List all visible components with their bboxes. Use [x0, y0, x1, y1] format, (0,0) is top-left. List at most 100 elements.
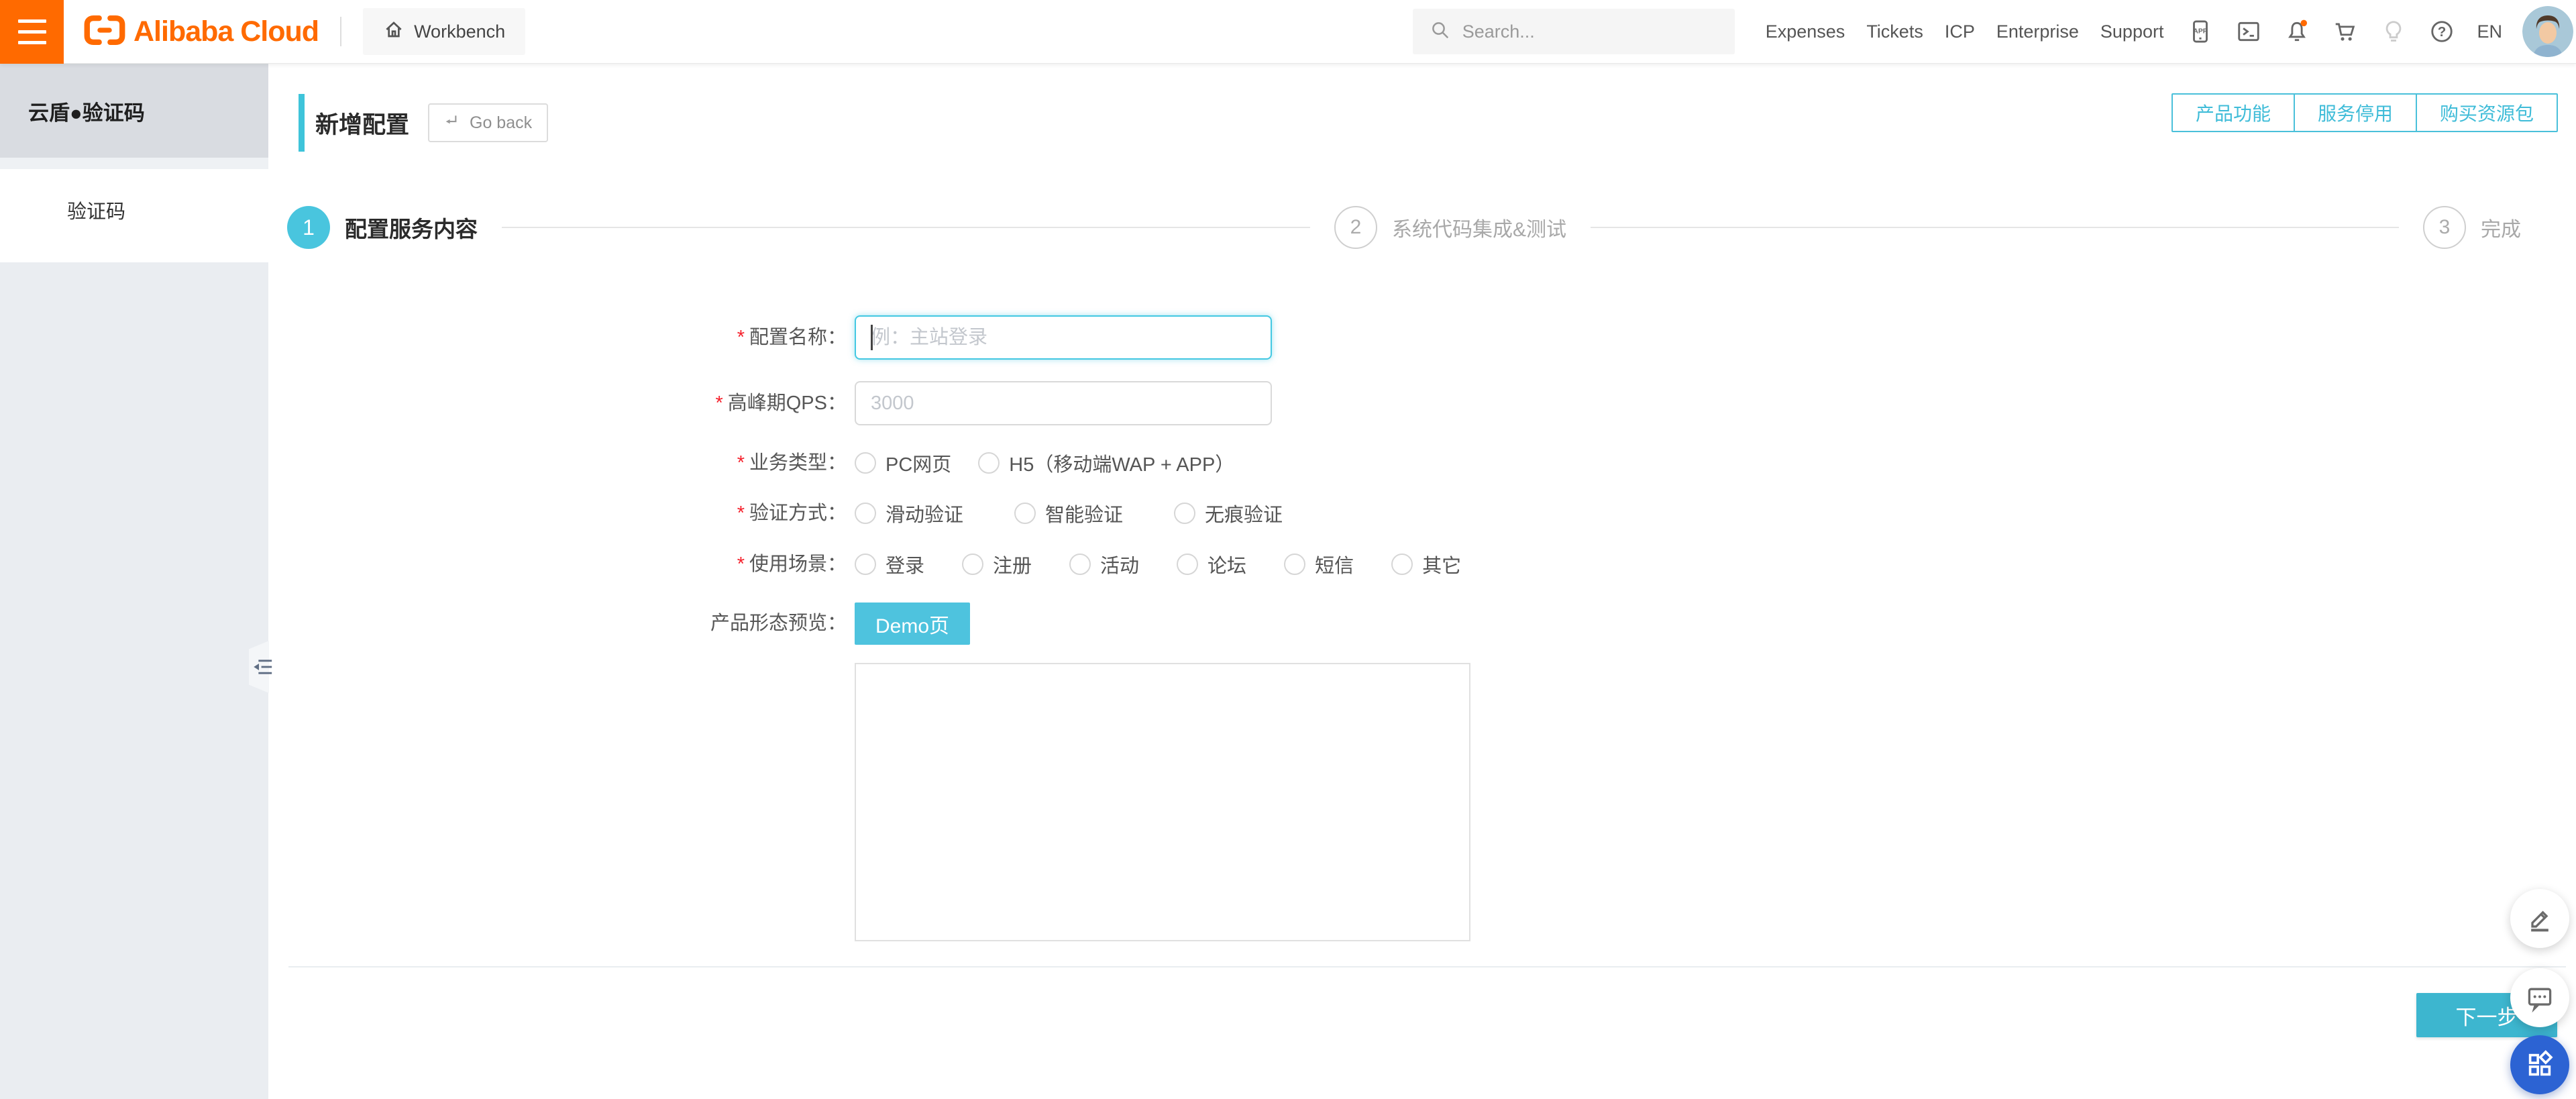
radio-pc-web[interactable]: PC网页 — [855, 449, 951, 477]
nav-enterprise[interactable]: Enterprise — [1996, 21, 2079, 42]
header-icons: APP ? — [2188, 19, 2455, 44]
back-arrow-icon — [444, 112, 462, 134]
title-accent-bar — [299, 94, 305, 152]
step-indicator: 1 配置服务内容 2 系统代码集成&测试 3 完成 — [287, 205, 2521, 250]
app-launcher-button[interactable] — [2510, 1035, 2569, 1094]
svg-text:APP: APP — [2194, 28, 2208, 35]
radio-circle[interactable] — [1177, 554, 1199, 575]
radio-circle[interactable] — [1069, 554, 1091, 575]
nav-icp[interactable]: ICP — [1945, 21, 1975, 42]
step-connector — [502, 227, 1310, 228]
sidebar-item-captcha[interactable]: 验证码 — [0, 188, 268, 232]
console-icon[interactable] — [2236, 19, 2261, 44]
alibaba-cloud-logo-icon — [84, 14, 125, 50]
business-type-options: PC网页 H5（移动端WAP + APP） — [855, 450, 1234, 476]
radio-circle[interactable] — [1284, 554, 1306, 575]
radio-circle[interactable] — [855, 452, 876, 474]
sidebar-menu: 验证码 — [0, 169, 268, 262]
workbench-label: Workbench — [414, 21, 506, 42]
step-2: 2 系统代码集成&测试 — [1334, 206, 1566, 249]
step-3-circle: 3 — [2423, 206, 2467, 249]
svg-text:?: ? — [2438, 24, 2447, 40]
radio-other[interactable]: 其它 — [1391, 550, 1461, 578]
nav-tickets[interactable]: Tickets — [1866, 21, 1923, 42]
radio-circle[interactable] — [1014, 503, 1036, 524]
home-icon — [383, 19, 405, 45]
mobile-app-icon[interactable]: APP — [2188, 19, 2213, 44]
use-scene-label: 使用场景： — [737, 554, 847, 575]
feedback-chat-button[interactable] — [2510, 968, 2569, 1027]
radio-circle[interactable] — [962, 554, 984, 575]
config-name-label: 配置名称： — [737, 327, 847, 348]
verify-mode-options: 滑动验证 智能验证 无痕验证 — [855, 500, 1283, 527]
radio-activity[interactable]: 活动 — [1069, 550, 1139, 578]
sidebar: 云盾●验证码 验证码 — [0, 64, 268, 1099]
radio-circle[interactable] — [1174, 503, 1196, 524]
step-connector — [1591, 227, 2400, 228]
demo-page-button[interactable]: Demo页 — [855, 603, 970, 645]
go-back-label: Go back — [470, 113, 533, 132]
user-avatar[interactable] — [2522, 6, 2573, 57]
service-disable-button[interactable]: 服务停用 — [2293, 93, 2417, 132]
step-2-circle: 2 — [1334, 206, 1377, 249]
radio-h5[interactable]: H5（移动端WAP + APP） — [978, 449, 1234, 477]
step-3: 3 完成 — [2423, 206, 2521, 249]
nav-expenses[interactable]: Expenses — [1766, 21, 1845, 42]
pencil-icon — [2531, 910, 2548, 932]
sidebar-product-title: 云盾●验证码 — [0, 64, 268, 158]
language-selector[interactable]: EN — [2477, 21, 2502, 42]
hamburger-menu-icon[interactable] — [0, 0, 64, 64]
step-1-circle: 1 — [287, 206, 330, 249]
radio-login[interactable]: 登录 — [855, 550, 924, 578]
search-icon — [1430, 20, 1450, 44]
radio-smart-verify[interactable]: 智能验证 — [1014, 499, 1123, 527]
config-name-input[interactable] — [855, 315, 1272, 360]
notifications-bell-icon[interactable] — [2284, 19, 2310, 44]
step-3-label: 完成 — [2481, 219, 2522, 241]
buy-resource-pack-button[interactable]: 购买资源包 — [2415, 93, 2558, 132]
search-placeholder: Search... — [1462, 21, 1535, 42]
business-type-label: 业务类型： — [737, 452, 847, 474]
radio-register[interactable]: 注册 — [962, 550, 1032, 578]
step-1: 1 配置服务内容 — [287, 206, 478, 249]
product-features-button[interactable]: 产品功能 — [2171, 93, 2295, 132]
nav-support[interactable]: Support — [2100, 21, 2164, 42]
go-back-button[interactable]: Go back — [428, 103, 549, 142]
cart-icon[interactable] — [2332, 19, 2358, 44]
chat-icon — [2528, 988, 2552, 1012]
radio-circle[interactable] — [855, 503, 876, 524]
apps-grid-icon — [2528, 1050, 2553, 1076]
footer-divider — [288, 966, 2566, 967]
radio-circle[interactable] — [855, 554, 876, 575]
survey-pencil-button[interactable] — [2510, 889, 2569, 948]
step-1-label: 配置服务内容 — [345, 217, 478, 242]
demo-preview-panel — [855, 663, 1470, 941]
preview-label: 产品形态预览： — [710, 613, 847, 634]
radio-invisible-verify[interactable]: 无痕验证 — [1174, 499, 1283, 527]
header-divider — [340, 17, 342, 46]
sidebar-collapse-icon[interactable] — [251, 656, 274, 678]
radio-circle[interactable] — [978, 452, 1000, 474]
text-cursor — [871, 325, 873, 350]
main-content: 新增配置 Go back 产品功能 服务停用 购买资源包 1 配置服务内容 2 … — [268, 64, 2576, 1099]
radio-slide-verify[interactable]: 滑动验证 — [855, 499, 963, 527]
radio-forum[interactable]: 论坛 — [1177, 550, 1246, 578]
radio-sms[interactable]: 短信 — [1284, 550, 1354, 578]
radio-circle[interactable] — [1391, 554, 1413, 575]
brand-name: Alibaba Cloud — [133, 15, 319, 48]
page-action-buttons: 产品功能 服务停用 购买资源包 — [2171, 93, 2558, 132]
search-input[interactable]: Search... — [1412, 9, 1735, 54]
peak-qps-label: 高峰期QPS： — [715, 392, 847, 414]
step-2-label: 系统代码集成&测试 — [1392, 219, 1567, 241]
lightbulb-icon[interactable] — [2381, 19, 2406, 44]
top-header: Alibaba Cloud Workbench Search... Expens… — [0, 0, 2576, 64]
use-scene-options: 登录 注册 活动 论坛 短信 其它 — [855, 551, 1461, 578]
verify-mode-label: 验证方式： — [737, 503, 847, 524]
help-icon[interactable]: ? — [2429, 19, 2455, 44]
header-nav: Expenses Tickets ICP Enterprise Support — [1766, 21, 2164, 42]
sidebar-gap — [0, 158, 268, 169]
page-title: 新增配置 — [315, 111, 410, 138]
workbench-button[interactable]: Workbench — [363, 8, 526, 55]
peak-qps-input[interactable] — [855, 381, 1272, 425]
alibaba-cloud-logo[interactable]: Alibaba Cloud — [84, 14, 319, 50]
